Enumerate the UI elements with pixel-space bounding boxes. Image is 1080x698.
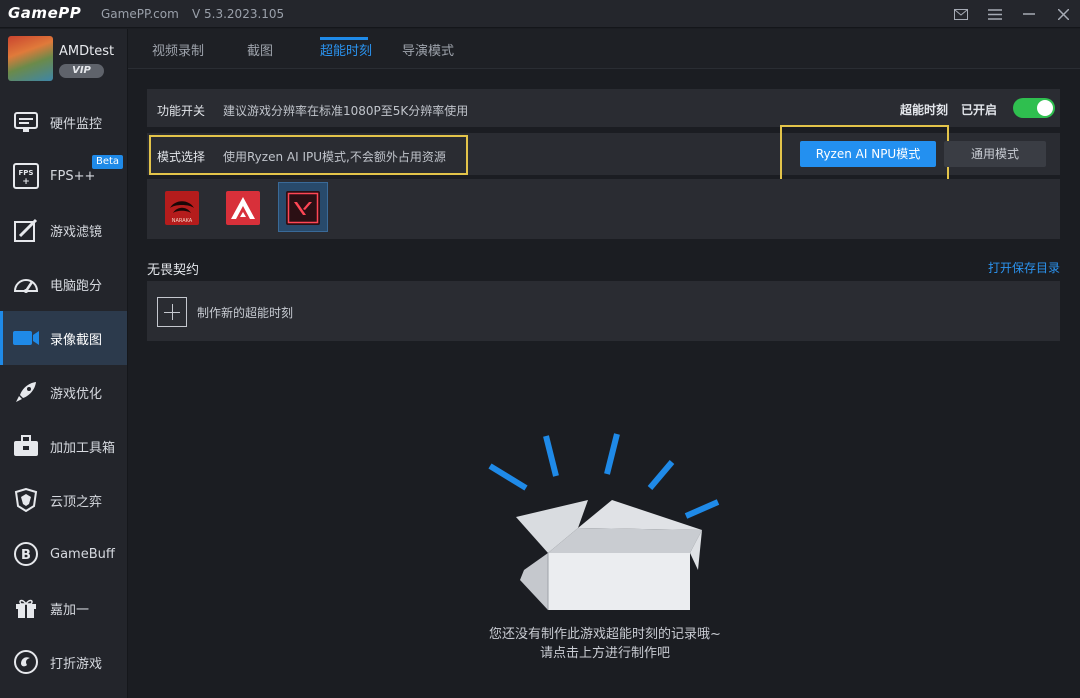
sidebar-item-benchmark[interactable]: 电脑跑分	[0, 257, 127, 311]
feature-toggle[interactable]	[1013, 98, 1055, 118]
general-mode-button[interactable]: 通用模式	[944, 141, 1046, 167]
sidebar-item-label: 硬件监控	[50, 116, 103, 132]
ray-2	[543, 435, 559, 477]
username: AMDtest	[59, 44, 115, 59]
app-version: V 5.3.2023.105	[192, 7, 285, 21]
fps-icon: FPS +	[12, 162, 40, 190]
add-icon[interactable]	[157, 297, 187, 327]
minimize-icon[interactable]	[1012, 0, 1046, 28]
sidebar-item-label: 加加工具箱	[50, 440, 116, 456]
app-logo: GamePP	[8, 4, 82, 22]
sidebar-item-gift[interactable]: 嘉加一	[0, 581, 127, 635]
feature-switch-row: 功能开关 建议游戏分辨率在标准1080P至5K分辨率使用 超能时刻 已开启	[147, 89, 1060, 127]
video-camera-icon	[12, 324, 40, 352]
sidebar-item-discount-games[interactable]: 打折游戏	[0, 635, 127, 689]
sidebar: AMDtest VIP 硬件监控 FPS + FPS++ Beta 游戏滤镜 电…	[0, 29, 128, 698]
tab-screenshot[interactable]: 截图	[247, 40, 273, 59]
sidebar-item-label: FPS++	[50, 168, 96, 184]
sidebar-item-recording[interactable]: 录像截图	[0, 311, 127, 365]
sidebar-item-label: 嘉加一	[50, 602, 90, 618]
discount-icon	[12, 648, 40, 676]
ryzen-ai-npu-mode-button[interactable]: Ryzen AI NPU模式	[800, 141, 936, 167]
apex-game-icon[interactable]	[226, 191, 260, 225]
gamebuff-icon: B	[12, 540, 40, 568]
sidebar-item-fps[interactable]: FPS + FPS++ Beta	[0, 149, 127, 203]
sidebar-item-game-filter[interactable]: 游戏滤镜	[0, 203, 127, 257]
empty-state-hint: 请点击上方进行制作吧	[539, 646, 670, 661]
hardware-monitor-icon	[12, 108, 40, 136]
feature-switch-label: 功能开关	[157, 104, 206, 118]
tft-icon	[12, 486, 40, 514]
feature-switch-desc: 建议游戏分辨率在标准1080P至5K分辨率使用	[223, 104, 469, 118]
toolbox-icon	[12, 432, 40, 460]
tab-video-recording[interactable]: 视频录制	[152, 40, 204, 59]
rocket-icon	[12, 378, 40, 406]
site-url: GamePP.com	[101, 7, 179, 21]
svg-text:FPS: FPS	[19, 169, 34, 177]
ray-4	[647, 460, 675, 490]
ray-3	[604, 433, 620, 475]
sidebar-item-label: 游戏优化	[50, 386, 103, 402]
feature-status-label: 超能时刻	[900, 103, 949, 117]
mode-desc-highlight	[149, 135, 468, 175]
svg-text:+: +	[22, 177, 30, 187]
tab-director-mode[interactable]: 导演模式	[402, 40, 454, 59]
sidebar-item-label: 游戏滤镜	[50, 224, 103, 240]
naraka-game-icon[interactable]: NARAKA	[165, 191, 199, 225]
menu-icon[interactable]	[978, 0, 1012, 28]
tab-super-moments[interactable]: 超能时刻	[320, 40, 372, 59]
benchmark-gauge-icon	[12, 270, 40, 298]
mail-icon[interactable]	[944, 0, 978, 28]
svg-text:B: B	[21, 548, 31, 563]
sidebar-item-gamebuff[interactable]: B GameBuff	[0, 527, 127, 581]
sidebar-item-label: 电脑跑分	[50, 278, 103, 294]
sidebar-item-label: 云顶之弈	[50, 494, 103, 510]
create-moment-label[interactable]: 制作新的超能时刻	[197, 304, 293, 321]
ray-5	[684, 499, 720, 519]
active-tab-indicator	[320, 37, 368, 40]
gift-icon	[12, 594, 40, 622]
open-save-directory-link[interactable]: 打开保存目录	[988, 259, 1060, 276]
sidebar-item-game-optimize[interactable]: 游戏优化	[0, 365, 127, 419]
sidebar-item-label: 打折游戏	[50, 656, 103, 672]
sidebar-nav: 硬件监控 FPS + FPS++ Beta 游戏滤镜 电脑跑分 录像截图 游戏优…	[0, 95, 127, 689]
naraka-label: NARAKA	[172, 218, 193, 224]
user-profile[interactable]: AMDtest VIP	[0, 29, 127, 93]
vip-badge: VIP	[59, 64, 104, 78]
feature-status-value: 已开启	[961, 103, 998, 117]
sidebar-item-label: 录像截图	[50, 332, 103, 348]
avatar[interactable]	[8, 36, 53, 81]
close-icon[interactable]	[1046, 0, 1080, 28]
beta-badge: Beta	[92, 155, 124, 169]
window-controls	[944, 0, 1080, 28]
sidebar-item-hardware-monitor[interactable]: 硬件监控	[0, 95, 127, 149]
sidebar-item-label: GameBuff	[50, 546, 115, 562]
sidebar-item-toolbox[interactable]: 加加工具箱	[0, 419, 127, 473]
empty-state-message: 您还没有制作此游戏超能时刻的记录哦~	[489, 627, 721, 642]
ray-1	[488, 463, 528, 491]
box-flap-back	[578, 500, 702, 530]
filter-icon	[12, 216, 40, 244]
box-side	[520, 553, 548, 610]
title-bar: GamePP GamePP.com V 5.3.2023.105	[0, 0, 1080, 28]
box-front	[548, 553, 690, 610]
tab-bar: 视频录制 截图 超能时刻 导演模式	[128, 29, 1080, 69]
sidebar-item-tft[interactable]: 云顶之弈	[0, 473, 127, 527]
game-section-title: 无畏契约	[147, 263, 200, 278]
empty-box-illustration	[488, 433, 720, 610]
valorant-game-icon[interactable]	[286, 191, 320, 225]
